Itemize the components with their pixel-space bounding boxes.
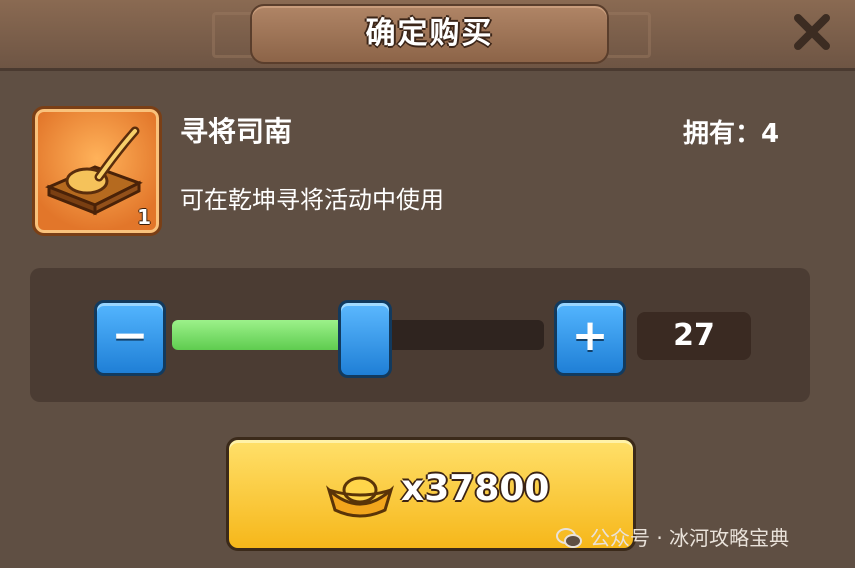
close-icon-glyph — [794, 14, 830, 50]
dialog-title: 确定购买 — [365, 16, 494, 51]
item-name: 寻将司南 — [180, 115, 293, 148]
close-icon[interactable] — [790, 10, 834, 54]
gold-ingot-icon — [325, 470, 395, 520]
decrease-button[interactable]: − — [94, 300, 166, 376]
wechat-glyph — [556, 528, 582, 548]
gold-ingot-glyph — [326, 476, 394, 518]
quantity-value[interactable]: 27 — [637, 312, 751, 360]
compass-spoon-icon: 1 — [32, 106, 162, 236]
wechat-icon — [556, 527, 582, 549]
price-label: x37800 — [401, 468, 550, 509]
increase-button[interactable]: + — [554, 300, 626, 376]
item-description: 可在乾坤寻将活动中使用 — [180, 186, 444, 214]
watermark: 公众号 · 冰河攻略宝典 — [556, 522, 789, 551]
dialog-header: 确定购买 — [0, 0, 855, 71]
owned-count: 拥有：4 — [683, 119, 780, 149]
item-stack-count: 1 — [137, 205, 151, 229]
title-plate: 确定购买 — [250, 4, 609, 64]
watermark-text: 公众号 · 冰河攻略宝典 — [590, 526, 790, 550]
quantity-slider-handle[interactable] — [338, 300, 392, 378]
quantity-slider-fill — [172, 320, 362, 350]
header-ornament-right — [605, 12, 651, 58]
purchase-dialog: 确定购买 1 寻将司南 可在乾坤寻将活动中使用 拥有：4 − + 27 x378… — [0, 0, 855, 568]
